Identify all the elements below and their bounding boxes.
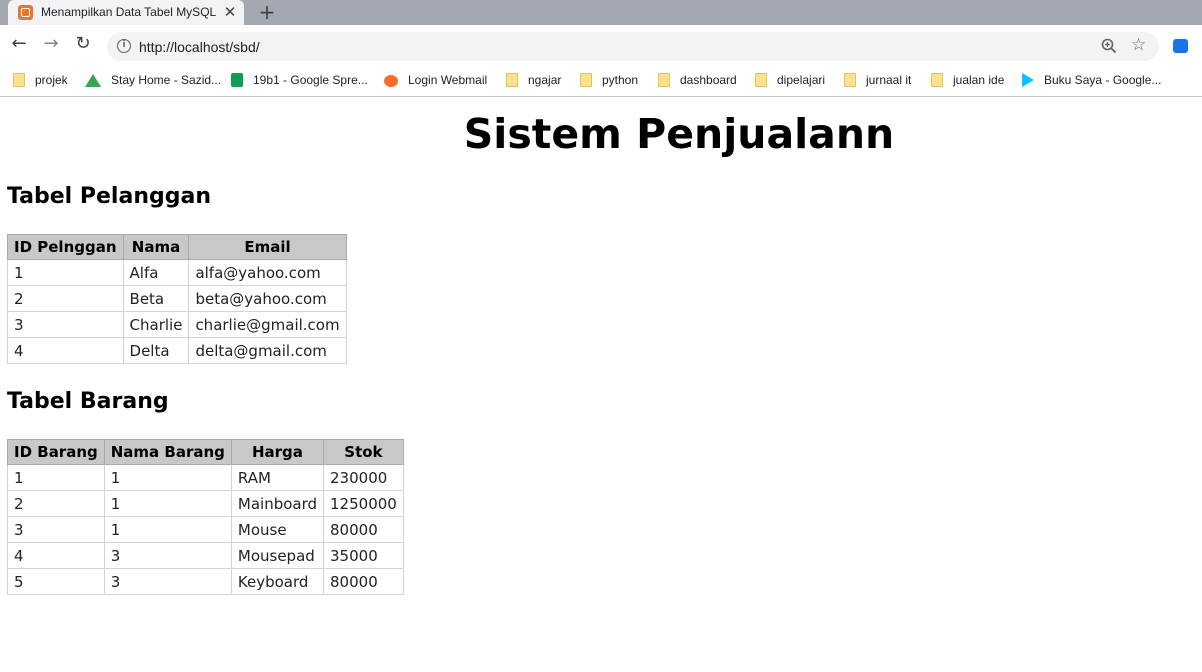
- url-text[interactable]: http://localhost/sbd/: [139, 39, 260, 55]
- table-cell: 4: [7, 337, 124, 364]
- back-arrow-icon[interactable]: ←: [9, 34, 29, 54]
- table-cell: Mousepad: [230, 542, 325, 569]
- column-header: ID Pelnggan: [7, 234, 124, 260]
- table-row: 2 Beta beta@yahoo.com: [7, 285, 347, 312]
- reload-icon[interactable]: ↻: [73, 34, 93, 54]
- address-bar[interactable]: i http://localhost/sbd/ ☆: [107, 32, 1159, 61]
- table-cell: 35000: [323, 542, 404, 569]
- table-row: 3 Charlie charlie@gmail.com: [7, 311, 347, 338]
- page-title: Sistem Penjualann: [463, 110, 895, 158]
- browser-toolbar: ← → ↻ i http://localhost/sbd/ ☆: [0, 25, 1202, 63]
- folder-icon: [931, 73, 943, 87]
- table-cell: charlie@gmail.com: [188, 311, 347, 338]
- barang-heading: Tabel Barang: [7, 389, 169, 414]
- table-cell: Charlie: [122, 311, 190, 338]
- bookmark-item[interactable]: jurnaal it: [844, 72, 911, 90]
- table-row: 5 3 Keyboard 80000: [7, 568, 404, 595]
- table-cell: 5: [7, 568, 105, 595]
- table-row: 2 1 Mainboard 1250000: [7, 490, 404, 517]
- table-row: 1 1 RAM 230000: [7, 464, 404, 491]
- pelanggan-heading: Tabel Pelanggan: [7, 184, 211, 209]
- table-cell: Keyboard: [230, 568, 325, 595]
- google-drive-icon: [85, 73, 101, 87]
- folder-icon: [506, 73, 518, 87]
- barang-table: ID Barang Nama Barang Harga Stok 1 1 RAM…: [7, 439, 404, 595]
- table-cell: alfa@yahoo.com: [188, 259, 347, 286]
- folder-icon: [755, 73, 767, 87]
- browser-tab[interactable]: Menampilkan Data Tabel MySQL ✕: [8, 0, 244, 25]
- table-cell: 3: [7, 311, 124, 338]
- table-header-row: ID Pelnggan Nama Email: [7, 234, 347, 260]
- table-cell: 2: [7, 490, 105, 517]
- bookmark-item[interactable]: jualan ide: [931, 72, 1004, 90]
- table-cell: 2: [7, 285, 124, 312]
- table-cell: 3: [103, 542, 232, 569]
- bookmark-item[interactable]: ngajar: [506, 72, 561, 90]
- page-content: Sistem Penjualann Tabel Pelanggan ID Pel…: [0, 98, 1202, 672]
- table-cell: 4: [7, 542, 105, 569]
- bookmarks-bar: projek Stay Home - Sazid... 19b1 - Googl…: [0, 63, 1202, 97]
- google-play-icon: [1022, 73, 1034, 87]
- new-tab-button[interactable]: +: [256, 1, 278, 23]
- table-cell: 80000: [323, 516, 404, 543]
- folder-icon: [844, 73, 856, 87]
- bookmark-item[interactable]: python: [580, 72, 638, 90]
- bookmark-item[interactable]: dipelajari: [755, 72, 825, 90]
- table-cell: 230000: [323, 464, 404, 491]
- tab-strip: Menampilkan Data Tabel MySQL ✕ +: [0, 0, 1202, 25]
- table-cell: 1: [7, 259, 124, 286]
- table-cell: Alfa: [122, 259, 190, 286]
- bookmark-item[interactable]: Buku Saya - Google...: [1022, 72, 1161, 90]
- bookmark-item[interactable]: Login Webmail: [384, 72, 487, 90]
- forward-arrow-icon[interactable]: →: [41, 34, 61, 54]
- folder-icon: [580, 73, 592, 87]
- column-header: Nama: [122, 234, 190, 260]
- pelanggan-table: ID Pelnggan Nama Email 1 Alfa alfa@yahoo…: [7, 234, 347, 364]
- tab-title: Menampilkan Data Tabel MySQL: [41, 5, 217, 19]
- column-header: ID Barang: [7, 439, 105, 465]
- table-row: 1 Alfa alfa@yahoo.com: [7, 259, 347, 286]
- xampp-favicon-icon: [18, 5, 33, 20]
- column-header: Harga: [230, 439, 325, 465]
- table-cell: 1: [103, 464, 232, 491]
- google-sheets-icon: [231, 73, 243, 87]
- table-cell: 1: [7, 464, 105, 491]
- table-cell: 3: [7, 516, 105, 543]
- bookmark-star-icon[interactable]: ☆: [1131, 35, 1146, 55]
- table-cell: RAM: [230, 464, 325, 491]
- site-info-icon[interactable]: i: [117, 39, 131, 53]
- bookmark-item[interactable]: dashboard: [658, 72, 737, 90]
- zoom-icon[interactable]: [1101, 38, 1117, 54]
- table-cell: Beta: [122, 285, 190, 312]
- table-cell: Mouse: [230, 516, 325, 543]
- table-cell: 1250000: [323, 490, 404, 517]
- table-cell: 3: [103, 568, 232, 595]
- column-header: Nama Barang: [103, 439, 232, 465]
- column-header: Email: [188, 234, 347, 260]
- table-cell: beta@yahoo.com: [188, 285, 347, 312]
- table-row: 4 Delta delta@gmail.com: [7, 337, 347, 364]
- extension-icon[interactable]: [1173, 39, 1188, 53]
- bookmark-item[interactable]: 19b1 - Google Spre...: [231, 72, 368, 90]
- table-cell: 80000: [323, 568, 404, 595]
- table-cell: delta@gmail.com: [188, 337, 347, 364]
- table-cell: 1: [103, 516, 232, 543]
- folder-icon: [658, 73, 670, 87]
- cpanel-icon: [384, 75, 398, 87]
- table-cell: 1: [103, 490, 232, 517]
- table-header-row: ID Barang Nama Barang Harga Stok: [7, 439, 404, 465]
- close-tab-icon[interactable]: ✕: [222, 3, 238, 21]
- bookmark-item[interactable]: Stay Home - Sazid...: [85, 72, 221, 90]
- bookmark-item[interactable]: projek: [13, 72, 68, 90]
- table-cell: Delta: [122, 337, 190, 364]
- table-cell: Mainboard: [230, 490, 325, 517]
- table-row: 4 3 Mousepad 35000: [7, 542, 404, 569]
- column-header: Stok: [323, 439, 404, 465]
- table-row: 3 1 Mouse 80000: [7, 516, 404, 543]
- folder-icon: [13, 73, 25, 87]
